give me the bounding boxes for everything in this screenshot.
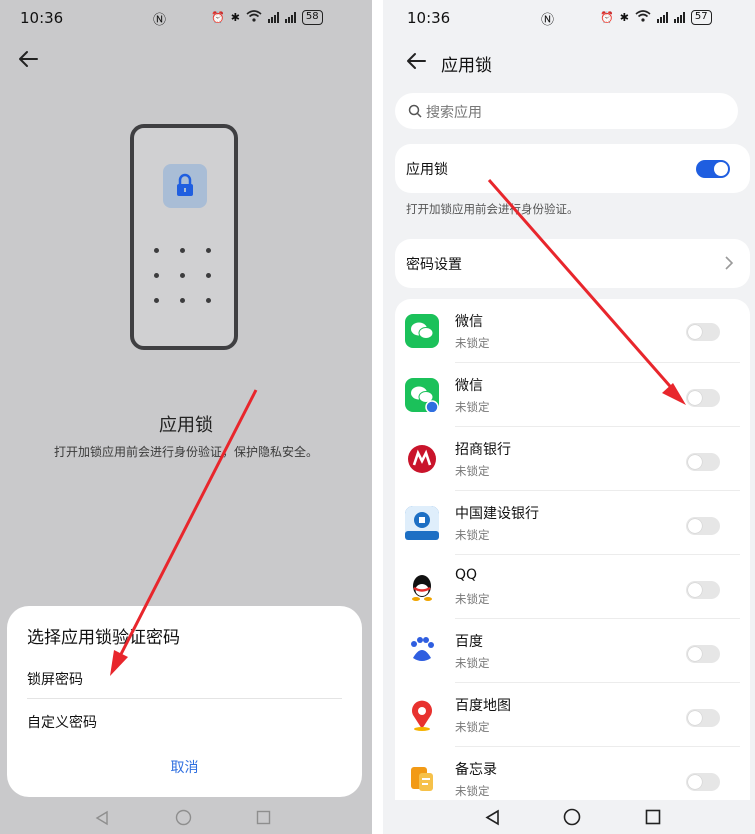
baidu-map-icon	[405, 698, 439, 732]
wifi-icon	[246, 10, 262, 25]
back-arrow-icon[interactable]	[405, 50, 427, 72]
signal-2-icon	[673, 12, 685, 23]
app-row-wechat-clone[interactable]: 微信 未锁定	[395, 363, 750, 427]
lock-toggle-wechat-clone[interactable]	[686, 389, 720, 407]
ccb-icon	[405, 506, 439, 540]
bluetooth-icon: ✱	[619, 11, 629, 24]
cancel-button[interactable]: 取消	[7, 757, 362, 777]
app-row-cmb[interactable]: 招商银行 未锁定	[395, 427, 750, 491]
status-time: 10:36	[407, 9, 451, 27]
app-name: QQ	[455, 567, 478, 583]
custom-password-option[interactable]: 自定义密码	[27, 712, 97, 732]
status-bar: 10:36 Ⓝ ⏰ ✱ 58	[0, 0, 372, 36]
phone-illustration	[130, 124, 238, 350]
back-arrow-icon[interactable]	[17, 48, 39, 70]
alarm-icon: ⏰	[211, 11, 225, 24]
app-lock-tip: 打开加锁应用前会进行身份验证。	[406, 202, 579, 216]
app-status: 未锁定	[455, 336, 490, 350]
lock-toggle-wechat[interactable]	[686, 323, 720, 341]
app-status: 未锁定	[455, 464, 490, 478]
search-bar[interactable]: 搜索应用	[395, 93, 738, 129]
wechat-clone-icon	[405, 378, 439, 414]
notes-icon	[405, 762, 439, 796]
screen-separator	[372, 0, 383, 834]
divider	[27, 698, 342, 699]
app-name: 招商银行	[455, 442, 511, 458]
app-name: 中国建设银行	[455, 506, 539, 522]
nfc-icon: Ⓝ	[153, 13, 167, 28]
lock-toggle-qq[interactable]	[686, 581, 720, 599]
status-time: 10:36	[20, 9, 64, 27]
signal-2-icon	[284, 12, 296, 23]
navigation-bar	[0, 800, 372, 834]
app-name: 百度	[455, 634, 483, 650]
alarm-icon: ⏰	[600, 11, 614, 24]
app-name: 微信	[455, 314, 483, 330]
signal-icon	[267, 12, 279, 23]
nav-recents-icon[interactable]	[645, 809, 661, 825]
search-icon	[408, 104, 422, 118]
app-row-wechat[interactable]: 微信 未锁定	[395, 299, 750, 363]
status-bar: 10:36 Ⓝ ⏰ ✱ 57	[383, 0, 755, 36]
lock-screen-password-option[interactable]: 锁屏密码	[27, 669, 83, 689]
nav-back-icon[interactable]	[94, 810, 110, 826]
page-description: 打开加锁应用前会进行身份验证，保护隐私安全。	[53, 445, 318, 459]
baidu-icon	[405, 634, 439, 668]
app-name: 微信	[455, 378, 483, 394]
nfc-icon: Ⓝ	[541, 13, 555, 28]
app-row-qq[interactable]: QQ 未锁定	[395, 555, 750, 619]
wechat-icon	[405, 314, 439, 348]
sheet-title: 选择应用锁验证密码	[27, 628, 180, 648]
app-row-baidu[interactable]: 百度 未锁定	[395, 619, 750, 683]
lock-toggle-baidu[interactable]	[686, 645, 720, 663]
nav-home-icon[interactable]	[175, 809, 192, 826]
search-placeholder: 搜索应用	[426, 105, 482, 121]
app-name: 百度地图	[455, 698, 511, 714]
lock-toggle-ccb[interactable]	[686, 517, 720, 535]
app-lock-toggle-card: 应用锁	[395, 144, 750, 193]
chevron-right-icon	[725, 256, 734, 270]
nav-recents-icon[interactable]	[256, 810, 271, 825]
app-status: 未锁定	[455, 400, 490, 414]
page-title: 应用锁	[159, 415, 213, 436]
lock-toggle-cmb[interactable]	[686, 453, 720, 471]
app-status: 未锁定	[455, 592, 490, 606]
app-lock-label: 应用锁	[406, 162, 448, 178]
wifi-icon	[635, 10, 651, 25]
lock-toggle-baidu-map[interactable]	[686, 709, 720, 727]
nav-back-icon[interactable]	[484, 809, 501, 826]
battery-icon: 58	[301, 10, 323, 25]
nav-home-icon[interactable]	[563, 808, 581, 826]
password-choice-sheet: 选择应用锁验证密码 锁屏密码 自定义密码 取消	[7, 606, 362, 797]
pattern-dots	[154, 248, 214, 308]
qq-icon	[405, 570, 439, 604]
lock-icon	[163, 164, 207, 208]
app-list-card: 微信 未锁定 微信 未锁定 招商银行 未锁定 中国建设银行 未锁定 QQ 未锁定…	[395, 299, 750, 819]
app-status: 未锁定	[455, 528, 490, 542]
cmb-icon	[405, 442, 439, 476]
page-title: 应用锁	[441, 56, 492, 76]
navigation-bar	[383, 800, 755, 834]
app-status: 未锁定	[455, 656, 490, 670]
password-settings-card[interactable]: 密码设置	[395, 239, 750, 288]
left-phone-screen: 10:36 Ⓝ ⏰ ✱ 58 应用锁 打开加锁应用前会进行身份验证，保护隐私安全…	[0, 0, 372, 834]
app-name: 备忘录	[455, 762, 497, 778]
app-row-ccb[interactable]: 中国建设银行 未锁定	[395, 491, 750, 555]
password-settings-label: 密码设置	[406, 257, 462, 273]
bluetooth-icon: ✱	[230, 11, 240, 24]
signal-icon	[656, 12, 668, 23]
app-status: 未锁定	[455, 720, 490, 734]
app-status: 未锁定	[455, 784, 490, 798]
screenshot-root: 10:36 Ⓝ ⏰ ✱ 58 应用锁 打开加锁应用前会进行身份验证，保护隐私安全…	[0, 0, 755, 834]
battery-icon: 57	[690, 10, 712, 25]
app-row-baidu-map[interactable]: 百度地图 未锁定	[395, 683, 750, 747]
app-lock-toggle[interactable]	[696, 160, 730, 178]
right-phone-screen: 10:36 Ⓝ ⏰ ✱ 57 应用锁 搜索应用 应用锁 打开加锁应用前会进行身份…	[383, 0, 755, 834]
lock-toggle-notes[interactable]	[686, 773, 720, 791]
